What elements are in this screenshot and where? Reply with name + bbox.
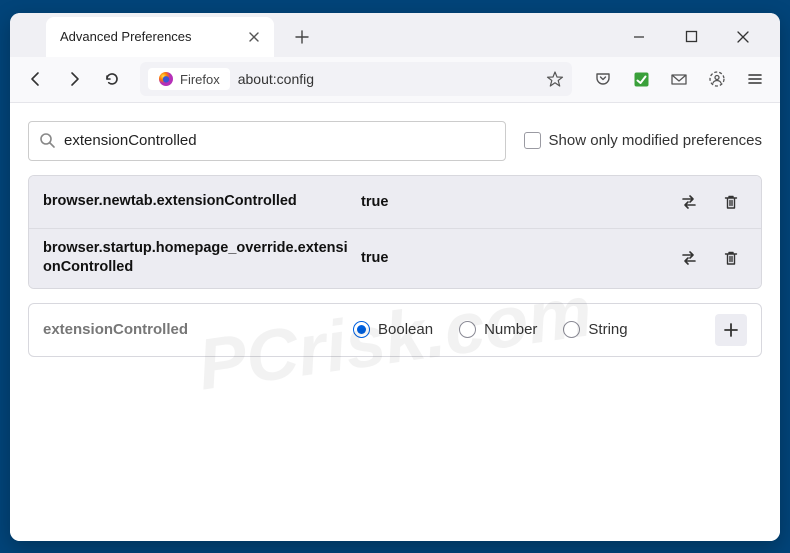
pocket-icon[interactable] — [588, 64, 618, 94]
url-bar[interactable]: Firefox — [140, 62, 572, 96]
reload-button[interactable] — [96, 63, 128, 95]
radio-label: Number — [484, 321, 537, 338]
add-pref-row: extensionControlled Boolean Number Strin… — [28, 303, 762, 357]
radio-number[interactable]: Number — [459, 321, 537, 338]
filter-row: Show only modified preferences — [28, 121, 762, 161]
pref-row[interactable]: browser.newtab.extensionControlled true — [29, 176, 761, 228]
delete-button[interactable] — [715, 242, 747, 274]
minimize-button[interactable] — [622, 20, 656, 54]
forward-button[interactable] — [58, 63, 90, 95]
pref-value: true — [361, 250, 665, 266]
maximize-button[interactable] — [674, 20, 708, 54]
type-radio-group: Boolean Number String — [353, 321, 715, 338]
mail-icon[interactable] — [664, 64, 694, 94]
bookmark-star-icon[interactable] — [546, 70, 564, 88]
active-tab[interactable]: Advanced Preferences — [46, 17, 274, 57]
firefox-logo-icon — [158, 71, 174, 87]
close-window-button[interactable] — [726, 20, 760, 54]
toggle-button[interactable] — [673, 186, 705, 218]
add-pref-name: extensionControlled — [43, 321, 353, 338]
pref-row[interactable]: browser.startup.homepage_override.extens… — [29, 228, 761, 288]
radio-icon — [459, 321, 476, 338]
url-input[interactable] — [238, 71, 538, 87]
toggle-button[interactable] — [673, 242, 705, 274]
radio-label: Boolean — [378, 321, 433, 338]
identity-box[interactable]: Firefox — [148, 68, 230, 90]
search-input[interactable] — [64, 132, 495, 149]
radio-selected-icon — [353, 321, 370, 338]
delete-button[interactable] — [715, 186, 747, 218]
radio-boolean[interactable]: Boolean — [353, 321, 433, 338]
pref-name: browser.startup.homepage_override.extens… — [43, 239, 353, 278]
preferences-list: browser.newtab.extensionControlled true … — [28, 175, 762, 289]
pref-name: browser.newtab.extensionControlled — [43, 192, 353, 212]
radio-string[interactable]: String — [563, 321, 627, 338]
add-button[interactable] — [715, 314, 747, 346]
browser-window: Advanced Preferences — [10, 13, 780, 541]
account-icon[interactable] — [702, 64, 732, 94]
show-modified-checkbox[interactable]: Show only modified preferences — [524, 132, 762, 149]
extension-icon[interactable] — [626, 64, 656, 94]
checkbox-label: Show only modified preferences — [549, 132, 762, 149]
search-icon — [39, 132, 56, 149]
toolbar-right-icons — [584, 64, 770, 94]
radio-label: String — [588, 321, 627, 338]
new-tab-button[interactable] — [286, 21, 318, 53]
close-tab-button[interactable] — [246, 29, 262, 45]
navigation-toolbar: Firefox — [10, 57, 780, 103]
radio-icon — [563, 321, 580, 338]
tab-title: Advanced Preferences — [58, 29, 192, 44]
pref-value: true — [361, 194, 665, 210]
search-box[interactable] — [28, 121, 506, 161]
back-button[interactable] — [20, 63, 52, 95]
titlebar: Advanced Preferences — [10, 13, 780, 57]
menu-button[interactable] — [740, 64, 770, 94]
identity-label: Firefox — [180, 72, 220, 87]
window-controls — [622, 20, 780, 54]
about-config-content: PCrisk.com Show only modified preference… — [10, 103, 780, 541]
checkbox-icon — [524, 132, 541, 149]
